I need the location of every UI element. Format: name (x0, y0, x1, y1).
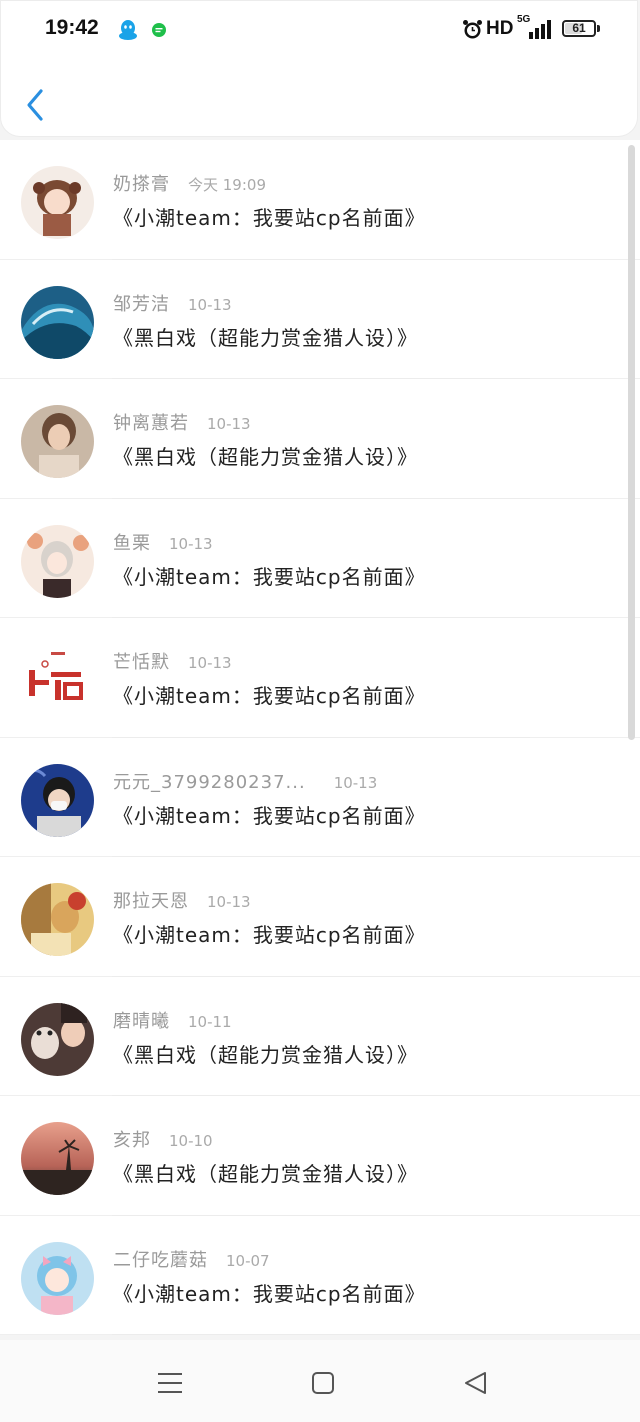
item-meta: 奶搽膏 今天 19:09 (113, 170, 266, 196)
list-item[interactable]: 元元_3799280237... 10-13 《小潮team：我要站cp名前面》 (0, 737, 640, 857)
item-meta: 鱼栗 10-13 (113, 529, 213, 555)
back-nav-button[interactable] (461, 1368, 491, 1398)
message-icon (152, 23, 166, 37)
item-date: 今天 19:09 (188, 176, 266, 194)
back-triangle-icon (465, 1372, 486, 1394)
back-button[interactable] (17, 83, 57, 127)
status-time: 19:42 (45, 16, 99, 39)
item-title[interactable]: 《黑白戏（超能力赏金猎人设）》 (113, 322, 418, 351)
message-list: 奶搽膏 今天 19:09 《小潮team：我要站cp名前面》 邹芳洁 10-13 《… (0, 140, 640, 1335)
user-name[interactable]: 邹芳洁 (113, 294, 170, 315)
avatar (21, 1002, 94, 1076)
list-item[interactable]: 鱼栗 10-13 《小潮team：我要站cp名前面》 (0, 498, 640, 618)
avatar (21, 524, 94, 598)
item-date: 10-13 (188, 295, 232, 314)
item-meta: 二仔吃蘑菇 10-07 (113, 1246, 270, 1272)
home-square-icon (312, 1372, 334, 1394)
item-date: 10-07 (226, 1251, 270, 1270)
user-name[interactable]: 奶搽膏 (113, 174, 170, 195)
item-title[interactable]: 《小潮team：我要站cp名前面》 (113, 202, 426, 231)
item-meta: 芒恬默 10-13 (113, 648, 232, 674)
menu-button[interactable] (155, 1368, 185, 1398)
list-item[interactable]: 奶搽膏 今天 19:09 《小潮team：我要站cp名前面》 (0, 140, 640, 260)
list-item[interactable]: 亥邦 10-10 《黑白戏（超能力赏金猎人设）》 (0, 1096, 640, 1216)
item-meta: 元元_3799280237... 10-13 (113, 768, 377, 794)
avatar (21, 763, 94, 837)
item-title[interactable]: 《小潮team：我要站cp名前面》 (113, 919, 426, 948)
item-meta: 钟离蕙若 10-13 (113, 409, 251, 435)
divider (112, 1334, 530, 1335)
item-meta: 邹芳洁 10-13 (113, 290, 232, 316)
item-title[interactable]: 《小潮team：我要站cp名前面》 (113, 680, 426, 709)
item-date: 10-13 (207, 893, 251, 911)
avatar (21, 1241, 94, 1315)
chevron-left-icon (27, 89, 43, 121)
item-date: 10-13 (188, 654, 232, 672)
battery-icon: 61 (562, 20, 596, 37)
avatar (21, 405, 94, 478)
user-name[interactable]: 元元_3799280237... (113, 772, 306, 793)
network-label: HD (486, 18, 514, 39)
list-item[interactable]: 磨晴曦 10-11 《黑白戏（超能力赏金猎人设）》 (0, 976, 640, 1096)
avatar (21, 883, 94, 956)
scrollbar[interactable] (628, 145, 635, 740)
item-date: 10-13 (169, 534, 213, 553)
item-date: 10-11 (188, 1012, 232, 1031)
item-date: 10-10 (169, 1132, 213, 1150)
battery-tip (597, 25, 600, 32)
list-item[interactable]: 钟离蕙若 10-13 《黑白戏（超能力赏金猎人设）》 (0, 379, 640, 499)
user-name[interactable]: 钟离蕙若 (113, 413, 189, 434)
avatar (21, 1122, 94, 1195)
user-name[interactable]: 鱼栗 (113, 533, 151, 554)
avatar (21, 166, 94, 239)
avatar (21, 644, 94, 717)
item-title[interactable]: 《黑白戏（超能力赏金猎人设）》 (113, 1039, 418, 1068)
item-title[interactable]: 《黑白戏（超能力赏金猎人设）》 (113, 1158, 418, 1187)
list-item[interactable]: 邹芳洁 10-13 《黑白戏（超能力赏金猎人设）》 (0, 259, 640, 379)
item-title[interactable]: 《黑白戏（超能力赏金猎人设）》 (113, 441, 418, 470)
top-bar: 19:42 HD 5G 61 (0, 0, 638, 137)
home-button[interactable] (308, 1368, 338, 1398)
battery-percent: 61 (572, 21, 586, 35)
user-name[interactable]: 芒恬默 (113, 652, 170, 673)
user-name[interactable]: 亥邦 (113, 1130, 151, 1151)
list-item[interactable]: 芒恬默 10-13 《小潮team：我要站cp名前面》 (0, 618, 640, 738)
user-name[interactable]: 二仔吃蘑菇 (113, 1250, 208, 1271)
item-date: 10-13 (207, 415, 251, 433)
item-meta: 亥邦 10-10 (113, 1126, 213, 1152)
menu-icon (158, 1373, 182, 1393)
qq-icon (119, 20, 137, 40)
item-title[interactable]: 《小潮team：我要站cp名前面》 (113, 561, 426, 590)
user-name[interactable]: 磨晴曦 (113, 1011, 170, 1032)
item-title[interactable]: 《小潮team：我要站cp名前面》 (113, 800, 426, 829)
item-meta: 那拉天恩 10-13 (113, 887, 251, 913)
avatar (21, 285, 94, 359)
navigation-bar (0, 1340, 640, 1422)
list-item[interactable]: 那拉天恩 10-13 《小潮team：我要站cp名前面》 (0, 857, 640, 977)
item-meta: 磨晴曦 10-11 (113, 1007, 232, 1033)
alarm-icon (463, 20, 482, 39)
user-name[interactable]: 那拉天恩 (113, 891, 189, 912)
signal-icon (529, 20, 551, 39)
list-item[interactable]: 二仔吃蘑菇 10-07 《小潮team：我要站cp名前面》 (0, 1215, 640, 1335)
item-date: 10-13 (333, 773, 378, 792)
item-title[interactable]: 《小潮team：我要站cp名前面》 (113, 1278, 426, 1307)
